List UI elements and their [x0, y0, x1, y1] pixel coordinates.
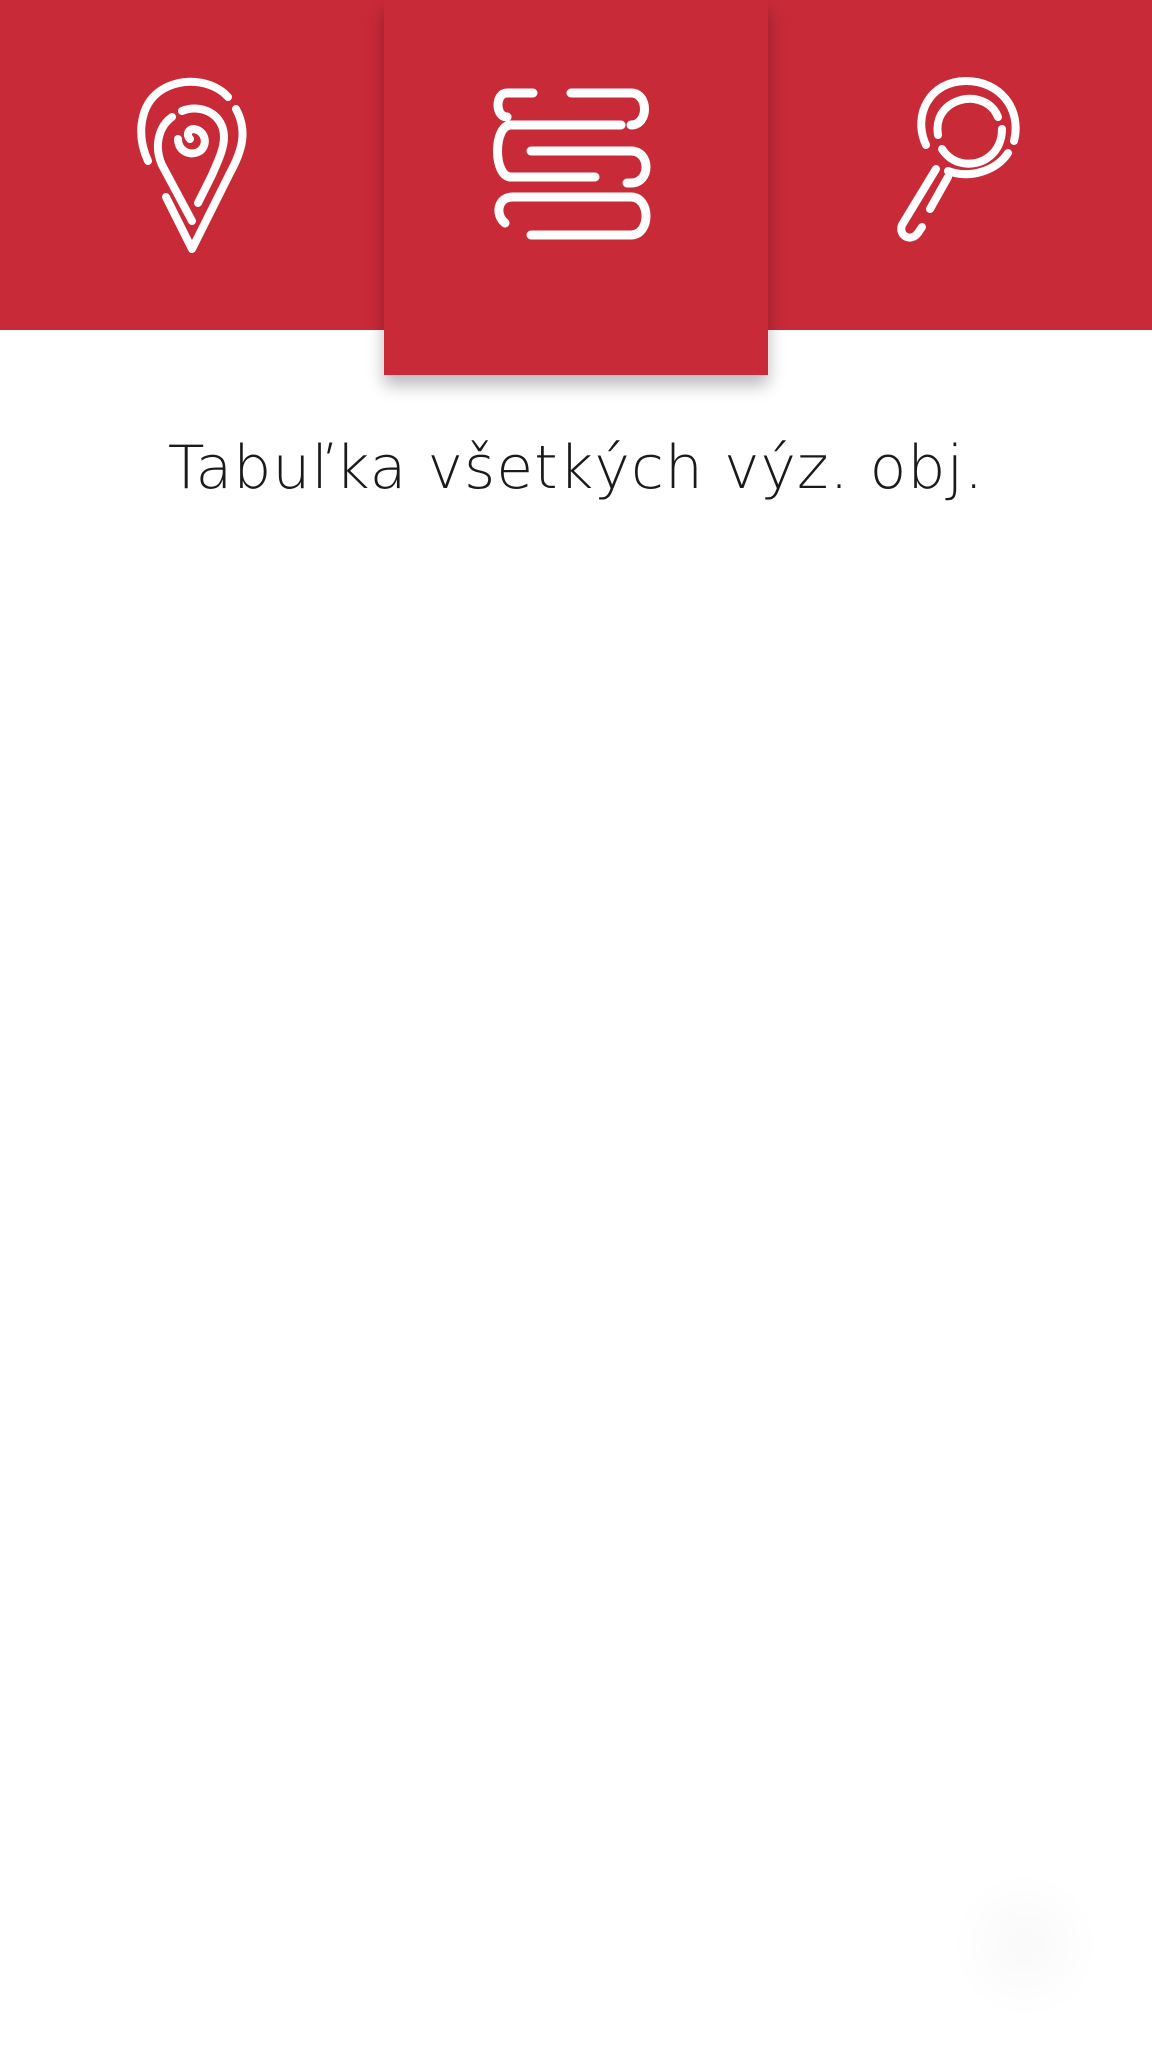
location-pin-icon: [132, 75, 252, 255]
top-navigation-bar: [0, 0, 1152, 375]
magnifier-search-icon: [890, 75, 1030, 255]
app-screen: Tabuľka všetkých výz. obj.: [0, 0, 1152, 2048]
list-stack-icon: [491, 85, 661, 245]
tab-map[interactable]: [0, 0, 384, 330]
tab-table-list[interactable]: [384, 0, 768, 375]
tab-search[interactable]: [768, 0, 1152, 330]
faint-shadow-decoration: [950, 1870, 1100, 2020]
table-content-area: [0, 540, 1152, 1940]
page-title: Tabuľka všetkých výz. obj.: [167, 433, 985, 503]
